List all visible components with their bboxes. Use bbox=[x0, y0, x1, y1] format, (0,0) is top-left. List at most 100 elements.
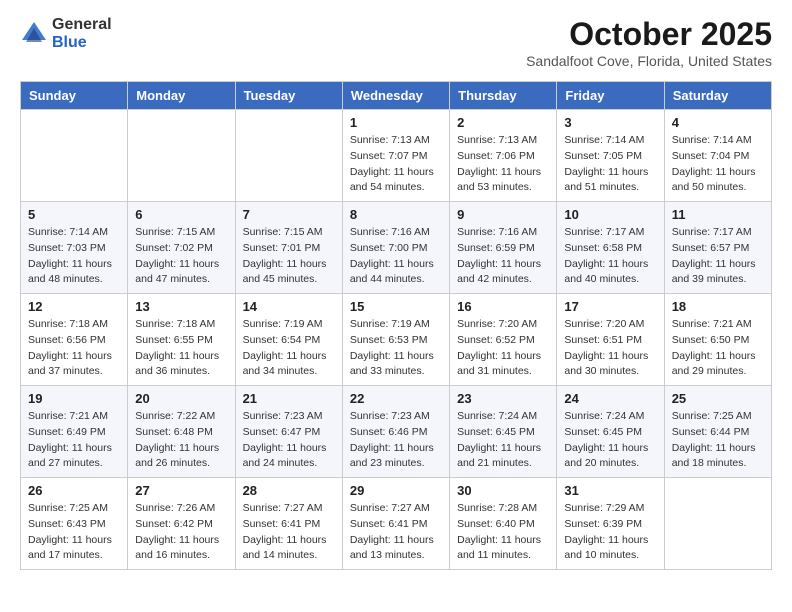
day-number: 1 bbox=[350, 115, 442, 130]
day-info: Sunrise: 7:19 AM Sunset: 6:54 PM Dayligh… bbox=[243, 317, 335, 380]
calendar-cell: 20 Sunrise: 7:22 AM Sunset: 6:48 PM Dayli… bbox=[128, 386, 235, 478]
day-info: Sunrise: 7:16 AM Sunset: 6:59 PM Dayligh… bbox=[457, 225, 549, 288]
weekday-header-monday: Monday bbox=[128, 82, 235, 110]
weekday-header-sunday: Sunday bbox=[21, 82, 128, 110]
calendar-cell: 4 Sunrise: 7:14 AM Sunset: 7:04 PM Daylig… bbox=[664, 110, 771, 202]
day-number: 5 bbox=[28, 207, 120, 222]
calendar-cell: 5Sunrise: 7:14 AM Sunset: 7:03 PM Daylig… bbox=[21, 202, 128, 294]
calendar-cell: 18Sunrise: 7:21 AM Sunset: 6:50 PM Dayli… bbox=[664, 294, 771, 386]
day-number: 22 bbox=[350, 391, 442, 406]
day-number: 29 bbox=[350, 483, 442, 498]
calendar-cell: 31 Sunrise: 7:29 AM Sunset: 6:39 PM Dayli… bbox=[557, 478, 664, 570]
day-info: Sunrise: 7:17 AM Sunset: 6:57 PM Dayligh… bbox=[672, 225, 764, 288]
day-info: Sunrise: 7:24 AM Sunset: 6:45 PM Dayligh… bbox=[457, 409, 549, 472]
calendar-cell: 26Sunrise: 7:25 AM Sunset: 6:43 PM Dayli… bbox=[21, 478, 128, 570]
day-number: 12 bbox=[28, 299, 120, 314]
logo: General Blue bbox=[20, 16, 112, 51]
logo-text: General Blue bbox=[52, 16, 112, 51]
calendar-cell: 24 Sunrise: 7:24 AM Sunset: 6:45 PM Dayli… bbox=[557, 386, 664, 478]
calendar-cell bbox=[235, 110, 342, 202]
calendar-cell bbox=[21, 110, 128, 202]
calendar-cell: 23 Sunrise: 7:24 AM Sunset: 6:45 PM Dayli… bbox=[450, 386, 557, 478]
day-number: 25 bbox=[672, 391, 764, 406]
day-info: Sunrise: 7:15 AM Sunset: 7:01 PM Dayligh… bbox=[243, 225, 335, 288]
day-number: 30 bbox=[457, 483, 549, 498]
weekday-header-row: SundayMondayTuesdayWednesdayThursdayFrid… bbox=[21, 82, 772, 110]
calendar-cell bbox=[664, 478, 771, 570]
weekday-header-wednesday: Wednesday bbox=[342, 82, 449, 110]
day-info: Sunrise: 7:19 AM Sunset: 6:53 PM Dayligh… bbox=[350, 317, 442, 380]
calendar-cell: 28 Sunrise: 7:27 AM Sunset: 6:41 PM Dayli… bbox=[235, 478, 342, 570]
calendar-cell: 19 Sunrise: 7:21 AM Sunset: 6:49 PM Dayli… bbox=[21, 386, 128, 478]
day-info: Sunrise: 7:18 AM Sunset: 6:55 PM Dayligh… bbox=[135, 317, 227, 380]
day-number: 8 bbox=[350, 207, 442, 222]
calendar-cell: 9 Sunrise: 7:16 AM Sunset: 6:59 PM Daylig… bbox=[450, 202, 557, 294]
calendar-cell: 17Sunrise: 7:20 AM Sunset: 6:51 PM Dayli… bbox=[557, 294, 664, 386]
day-number: 20 bbox=[135, 391, 227, 406]
day-number: 16 bbox=[457, 299, 549, 314]
day-info: Sunrise: 7:17 AM Sunset: 6:58 PM Dayligh… bbox=[564, 225, 656, 288]
calendar-cell: 13Sunrise: 7:18 AM Sunset: 6:55 PM Dayli… bbox=[128, 294, 235, 386]
weekday-header-saturday: Saturday bbox=[664, 82, 771, 110]
day-number: 18 bbox=[672, 299, 764, 314]
day-info: Sunrise: 7:13 AM Sunset: 7:06 PM Dayligh… bbox=[457, 133, 549, 196]
day-number: 21 bbox=[243, 391, 335, 406]
logo-blue-label: Blue bbox=[52, 34, 112, 52]
calendar-cell: 22 Sunrise: 7:23 AM Sunset: 6:46 PM Dayli… bbox=[342, 386, 449, 478]
calendar-week-1: 1 Sunrise: 7:13 AM Sunset: 7:07 PM Daylig… bbox=[21, 110, 772, 202]
calendar-cell: 27Sunrise: 7:26 AM Sunset: 6:42 PM Dayli… bbox=[128, 478, 235, 570]
day-number: 27 bbox=[135, 483, 227, 498]
day-info: Sunrise: 7:15 AM Sunset: 7:02 PM Dayligh… bbox=[135, 225, 227, 288]
day-info: Sunrise: 7:14 AM Sunset: 7:05 PM Dayligh… bbox=[564, 133, 656, 196]
day-info: Sunrise: 7:14 AM Sunset: 7:04 PM Dayligh… bbox=[672, 133, 764, 196]
day-info: Sunrise: 7:27 AM Sunset: 6:41 PM Dayligh… bbox=[243, 501, 335, 564]
day-number: 19 bbox=[28, 391, 120, 406]
day-number: 4 bbox=[672, 115, 764, 130]
day-info: Sunrise: 7:21 AM Sunset: 6:49 PM Dayligh… bbox=[28, 409, 120, 472]
day-info: Sunrise: 7:20 AM Sunset: 6:52 PM Dayligh… bbox=[457, 317, 549, 380]
day-info: Sunrise: 7:22 AM Sunset: 6:48 PM Dayligh… bbox=[135, 409, 227, 472]
day-info: Sunrise: 7:25 AM Sunset: 6:43 PM Dayligh… bbox=[28, 501, 120, 564]
weekday-header-tuesday: Tuesday bbox=[235, 82, 342, 110]
weekday-header-thursday: Thursday bbox=[450, 82, 557, 110]
day-number: 23 bbox=[457, 391, 549, 406]
title-block: October 2025 Sandalfoot Cove, Florida, U… bbox=[526, 16, 772, 69]
day-number: 6 bbox=[135, 207, 227, 222]
calendar-cell: 12 Sunrise: 7:18 AM Sunset: 6:56 PM Dayli… bbox=[21, 294, 128, 386]
calendar-week-5: 26Sunrise: 7:25 AM Sunset: 6:43 PM Dayli… bbox=[21, 478, 772, 570]
page-header: General Blue October 2025 Sandalfoot Cov… bbox=[20, 16, 772, 69]
day-number: 15 bbox=[350, 299, 442, 314]
day-number: 2 bbox=[457, 115, 549, 130]
calendar-cell: 16 Sunrise: 7:20 AM Sunset: 6:52 PM Dayli… bbox=[450, 294, 557, 386]
month-title: October 2025 bbox=[526, 16, 772, 53]
day-number: 31 bbox=[564, 483, 656, 498]
day-info: Sunrise: 7:20 AM Sunset: 6:51 PM Dayligh… bbox=[564, 317, 656, 380]
day-info: Sunrise: 7:23 AM Sunset: 6:46 PM Dayligh… bbox=[350, 409, 442, 472]
day-info: Sunrise: 7:27 AM Sunset: 6:41 PM Dayligh… bbox=[350, 501, 442, 564]
day-number: 7 bbox=[243, 207, 335, 222]
calendar-cell: 7 Sunrise: 7:15 AM Sunset: 7:01 PM Daylig… bbox=[235, 202, 342, 294]
calendar-cell: 11Sunrise: 7:17 AM Sunset: 6:57 PM Dayli… bbox=[664, 202, 771, 294]
day-info: Sunrise: 7:18 AM Sunset: 6:56 PM Dayligh… bbox=[28, 317, 120, 380]
calendar-cell: 1 Sunrise: 7:13 AM Sunset: 7:07 PM Daylig… bbox=[342, 110, 449, 202]
calendar-week-2: 5Sunrise: 7:14 AM Sunset: 7:03 PM Daylig… bbox=[21, 202, 772, 294]
calendar-cell: 15 Sunrise: 7:19 AM Sunset: 6:53 PM Dayli… bbox=[342, 294, 449, 386]
calendar-cell: 25 Sunrise: 7:25 AM Sunset: 6:44 PM Dayli… bbox=[664, 386, 771, 478]
day-info: Sunrise: 7:25 AM Sunset: 6:44 PM Dayligh… bbox=[672, 409, 764, 472]
day-number: 28 bbox=[243, 483, 335, 498]
day-number: 10 bbox=[564, 207, 656, 222]
day-info: Sunrise: 7:13 AM Sunset: 7:07 PM Dayligh… bbox=[350, 133, 442, 196]
calendar-cell: 8Sunrise: 7:16 AM Sunset: 7:00 PM Daylig… bbox=[342, 202, 449, 294]
calendar-cell: 14Sunrise: 7:19 AM Sunset: 6:54 PM Dayli… bbox=[235, 294, 342, 386]
day-info: Sunrise: 7:29 AM Sunset: 6:39 PM Dayligh… bbox=[564, 501, 656, 564]
day-number: 9 bbox=[457, 207, 549, 222]
day-info: Sunrise: 7:24 AM Sunset: 6:45 PM Dayligh… bbox=[564, 409, 656, 472]
logo-icon bbox=[20, 20, 48, 48]
location-subtitle: Sandalfoot Cove, Florida, United States bbox=[526, 53, 772, 69]
day-number: 24 bbox=[564, 391, 656, 406]
calendar-cell: 30Sunrise: 7:28 AM Sunset: 6:40 PM Dayli… bbox=[450, 478, 557, 570]
calendar-week-4: 19 Sunrise: 7:21 AM Sunset: 6:49 PM Dayli… bbox=[21, 386, 772, 478]
weekday-header-friday: Friday bbox=[557, 82, 664, 110]
calendar-cell: 3Sunrise: 7:14 AM Sunset: 7:05 PM Daylig… bbox=[557, 110, 664, 202]
logo-general-label: General bbox=[52, 16, 112, 34]
